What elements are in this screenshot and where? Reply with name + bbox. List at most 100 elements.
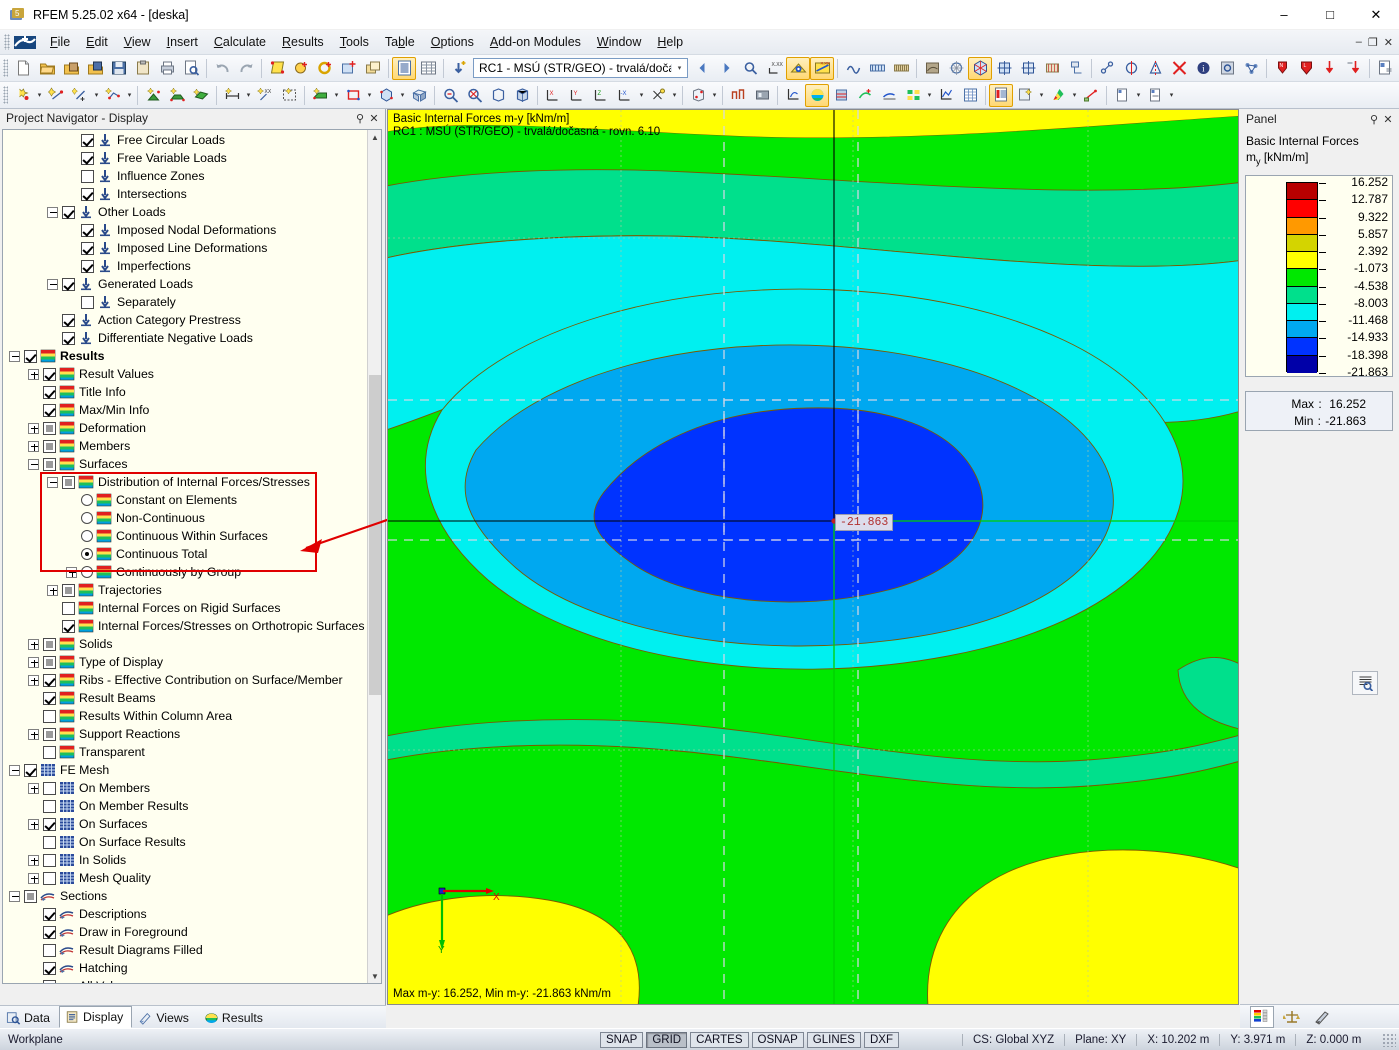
tree-item-members[interactable]: Members	[3, 437, 367, 455]
tree-item-hatching[interactable]: Hatching	[3, 959, 367, 977]
mdi-minimize-button[interactable]: –	[1356, 36, 1362, 48]
chevron-down-icon[interactable]: ▾	[125, 84, 134, 107]
copy-window-button[interactable]	[361, 57, 385, 80]
close-button[interactable]: ✕	[1353, 0, 1399, 30]
color-legend[interactable]: 16.252 12.787 9.322 5.857 2.392 -1.073 -4.538 -…	[1245, 175, 1393, 379]
printout-settings-button[interactable]	[1013, 84, 1037, 107]
view-solid-button[interactable]	[510, 84, 534, 107]
toolbar-grip-1[interactable]	[3, 59, 8, 77]
tree-item-on-members[interactable]: On Members	[3, 779, 367, 797]
printout-report-button[interactable]	[989, 83, 1013, 107]
menu-item-file[interactable]: File	[42, 32, 78, 52]
navigator-tab-views[interactable]: Views	[132, 1007, 198, 1028]
menu-item-insert[interactable]: Insert	[159, 32, 206, 52]
save-button[interactable]	[107, 57, 131, 80]
tree-item-solids[interactable]: Solids	[3, 635, 367, 653]
navigator-tab-data[interactable]: Data	[0, 1007, 59, 1028]
deformation-results-button[interactable]	[853, 84, 877, 107]
measure-button[interactable]	[1095, 57, 1119, 80]
tree-checkbox[interactable]	[24, 763, 37, 777]
tree-item-on-member-results[interactable]: On Member Results	[3, 797, 367, 815]
scroll-up-icon[interactable]: ▲	[368, 130, 381, 144]
next-case-button[interactable]	[714, 57, 738, 80]
tree-checkbox[interactable]	[43, 385, 56, 399]
export-2-button[interactable]	[1143, 84, 1167, 107]
tree-checkbox[interactable]	[62, 583, 75, 597]
tree-radio[interactable]	[81, 512, 93, 524]
factors-button[interactable]	[1280, 1006, 1304, 1028]
tree-item-descriptions[interactable]: Descriptions	[3, 905, 367, 923]
result-sections-button[interactable]	[901, 84, 925, 107]
tree-expander-icon[interactable]	[9, 764, 20, 776]
color-legend-button[interactable]	[1046, 84, 1070, 107]
render-shaded-button[interactable]	[920, 57, 944, 80]
chevron-down-icon[interactable]: ▾	[1070, 84, 1079, 107]
tree-expander-icon[interactable]	[28, 854, 39, 866]
tree-item-in-solids[interactable]: In Solids	[3, 851, 367, 869]
color-scale-button[interactable]	[1250, 1005, 1274, 1028]
tree-checkbox[interactable]	[81, 241, 94, 255]
menu-item-tools[interactable]: Tools	[332, 32, 377, 52]
tree-expander-icon[interactable]	[28, 728, 39, 740]
tree-radio[interactable]	[81, 566, 93, 578]
chevron-down-icon[interactable]: ▾	[332, 84, 341, 107]
edit-surface-button[interactable]	[265, 57, 289, 80]
open-project-button[interactable]	[59, 57, 83, 80]
tree-checkbox[interactable]	[43, 871, 56, 885]
tree-item-action-category-prestress[interactable]: Action Category Prestress	[3, 311, 367, 329]
tree-item-distribution-of-internal-forces-stresses[interactable]: Distribution of Internal Forces/Stresses	[3, 473, 367, 491]
new-node-button[interactable]	[11, 84, 35, 107]
tree-expander-icon[interactable]	[28, 872, 39, 884]
chevron-down-icon[interactable]: ▾	[1134, 84, 1143, 107]
new-nodal-support-button[interactable]	[141, 84, 165, 107]
new-solid-button[interactable]	[374, 84, 398, 107]
info-button[interactable]: i	[1191, 57, 1215, 80]
result-axis-button[interactable]	[781, 84, 805, 107]
tree-expander-icon[interactable]	[28, 818, 39, 830]
line-load-button[interactable]: L	[1294, 57, 1318, 80]
chevron-down-icon[interactable]: ▾	[1167, 84, 1176, 107]
tree-checkbox[interactable]	[43, 421, 56, 435]
tree-item-fe-mesh[interactable]: FE Mesh	[3, 761, 367, 779]
tree-item-deformation[interactable]: Deformation	[3, 419, 367, 437]
menu-item-help[interactable]: Help	[649, 32, 691, 52]
tree-checkbox[interactable]	[81, 133, 94, 147]
menu-item-add-on-modules[interactable]: Add-on Modules	[482, 32, 589, 52]
menu-item-calculate[interactable]: Calculate	[206, 32, 274, 52]
tree-checkbox[interactable]	[81, 169, 94, 183]
tree-item-generated-loads[interactable]: Generated Loads	[3, 275, 367, 293]
minimize-button[interactable]: –	[1261, 0, 1307, 30]
tree-radio[interactable]	[81, 548, 93, 560]
scroll-down-icon[interactable]: ▼	[368, 969, 381, 983]
tree-item-transparent[interactable]: Transparent	[3, 743, 367, 761]
undo-button[interactable]	[210, 57, 234, 80]
tree-checkbox[interactable]	[43, 853, 56, 867]
tree-item-continuously-by-group[interactable]: Continuously by Group	[3, 563, 367, 581]
previous-case-button[interactable]	[690, 57, 714, 80]
intersect-button[interactable]	[1167, 57, 1191, 80]
tree-checkbox[interactable]	[81, 151, 94, 165]
comment-button[interactable]: XX	[253, 84, 277, 107]
chevron-down-icon[interactable]: ▾	[637, 84, 646, 107]
mdi-restore-button[interactable]: ❐	[1368, 36, 1378, 49]
mirror-button[interactable]	[1119, 57, 1143, 80]
tree-checkbox[interactable]	[43, 655, 56, 669]
solid-results-button[interactable]	[829, 84, 853, 107]
view-xz-button[interactable]	[1016, 57, 1040, 80]
scrollbar-thumb[interactable]	[369, 375, 381, 695]
zoom-legend-button[interactable]	[1352, 671, 1378, 695]
tree-checkbox[interactable]	[43, 925, 56, 939]
status-toggle-grid[interactable]: GRID	[646, 1031, 688, 1048]
load-case-new-button[interactable]	[447, 57, 471, 80]
tree-expander-icon[interactable]	[28, 368, 39, 380]
view-yz-button[interactable]	[1040, 57, 1064, 80]
tree-item-result-beams[interactable]: Result Beams	[3, 689, 367, 707]
tree-item-on-surfaces[interactable]: On Surfaces	[3, 815, 367, 833]
tree-expander-icon[interactable]	[28, 458, 39, 470]
tree-checkbox[interactable]	[43, 673, 56, 687]
render-wireframe-button[interactable]	[944, 57, 968, 80]
pin-icon[interactable]: ⚲	[353, 112, 367, 125]
new-file-button[interactable]	[11, 57, 35, 80]
tree-item-max-min-info[interactable]: Max/Min Info	[3, 401, 367, 419]
section-view-button[interactable]	[865, 57, 889, 80]
